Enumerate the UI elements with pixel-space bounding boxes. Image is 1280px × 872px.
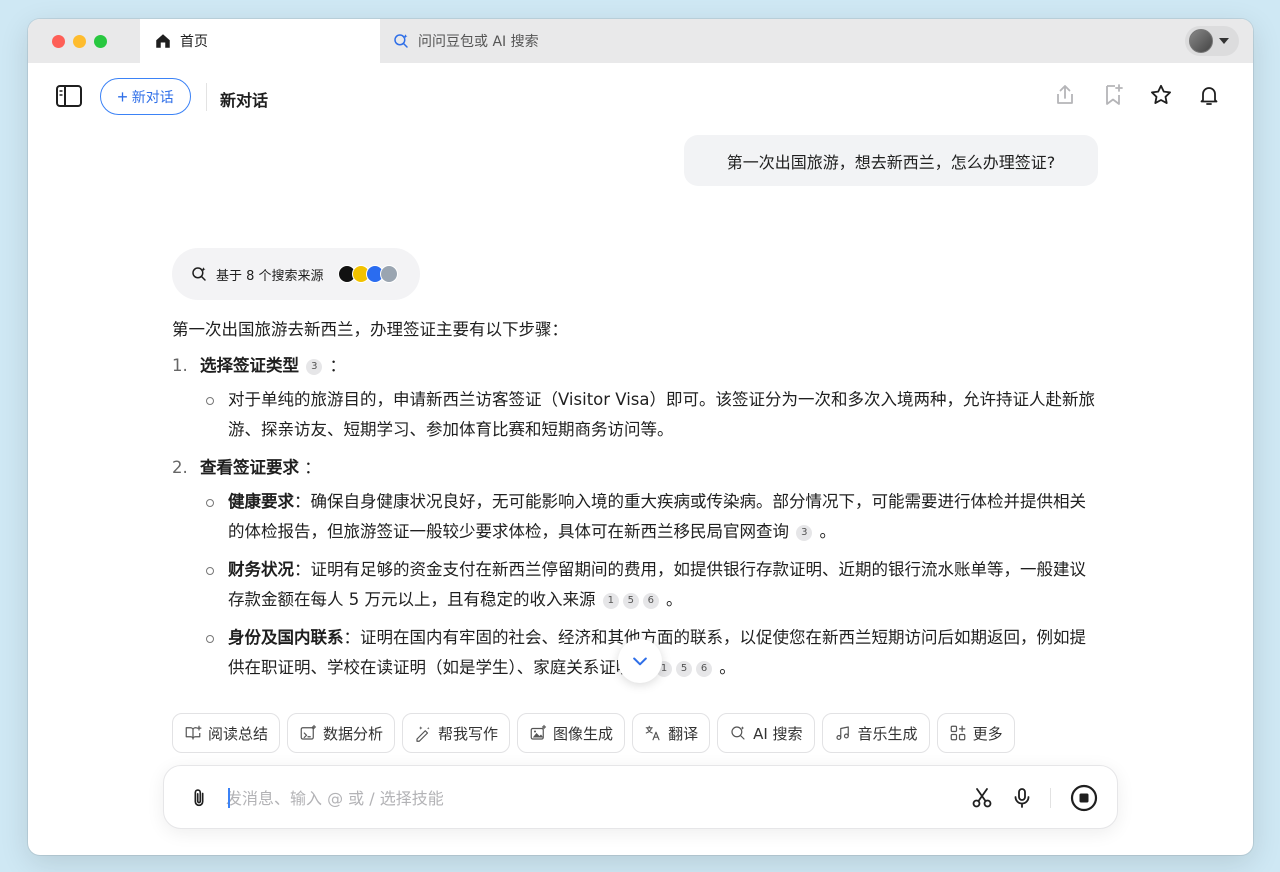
text-cursor: [228, 788, 230, 808]
step-suffix: ：: [304, 458, 321, 477]
chat-header: + 新对话 新对话: [28, 63, 1253, 131]
ai-search-icon: [192, 267, 206, 281]
avatar: [1189, 29, 1213, 53]
step-title: 查看签证要求: [200, 458, 299, 477]
source-logo-icon: [379, 265, 398, 283]
assistant-answer: 第一次出国旅游去新西兰，办理签证主要有以下步骤： 1. 选择签证类型 3 ： 对…: [172, 315, 1102, 691]
page-title: 新对话: [220, 91, 269, 110]
star-icon[interactable]: [1149, 83, 1173, 107]
step-sublist: 对于单纯的旅游目的，申请新西兰访客签证（Visitor Visa）即可。该签证分…: [206, 385, 1102, 445]
skill-music-gen[interactable]: 音乐生成: [821, 713, 930, 753]
chevron-down-icon: [633, 657, 647, 666]
stop-generating-icon[interactable]: [1070, 784, 1098, 812]
user-message-text: 第一次出国旅游，想去新西兰，怎么办理签证?: [726, 152, 1056, 172]
translate-icon: [645, 725, 660, 741]
list-item: 对于单纯的旅游目的，申请新西兰访客签证（Visitor Visa）即可。该签证分…: [206, 385, 1102, 445]
source-logos: [337, 265, 398, 283]
answer-step: 1. 选择签证类型 3 ：: [172, 351, 1102, 381]
answer-step: 2. 查看签证要求 ：: [172, 453, 1102, 483]
sidebar-toggle-icon[interactable]: [56, 85, 82, 107]
paperclip-icon[interactable]: [188, 786, 210, 810]
step-suffix: ：: [329, 356, 347, 375]
close-window-button[interactable]: [52, 35, 65, 48]
home-icon: [156, 34, 170, 48]
user-message-bubble: 第一次出国旅游，想去新西兰，怎么办理签证?: [684, 135, 1098, 186]
citation-badge[interactable]: 5: [676, 661, 692, 677]
tab-label: 问问豆包或 AI 搜索: [418, 34, 539, 50]
microphone-icon[interactable]: [1010, 786, 1034, 810]
music-icon: [835, 726, 849, 740]
step-sublist: 健康要求：确保自身健康状况良好，无可能影响入境的重大疾病或传染病。部分情况下，可…: [206, 487, 1102, 683]
citation-badge[interactable]: 3: [306, 359, 323, 375]
message-composer: [163, 765, 1118, 829]
message-input[interactable]: [226, 784, 926, 812]
more-grid-icon: [950, 725, 965, 741]
share-icon[interactable]: [1053, 83, 1077, 107]
citation-badge[interactable]: 3: [796, 525, 813, 541]
plus-icon: +: [117, 86, 128, 107]
tab-bar: 首页 问问豆包或 AI 搜索: [28, 19, 1253, 63]
profile-menu[interactable]: [1185, 26, 1239, 56]
skill-writing[interactable]: 帮我写作: [402, 713, 511, 753]
skill-read-summary[interactable]: 阅读总结: [172, 713, 281, 753]
list-item: 健康要求：确保自身健康状况良好，无可能影响入境的重大疾病或传染病。部分情况下，可…: [206, 487, 1102, 547]
bookmark-add-icon[interactable]: [1101, 83, 1125, 107]
skill-image-gen[interactable]: 图像生成: [517, 713, 626, 753]
ai-search-icon: [394, 34, 408, 48]
citation-badge[interactable]: 5: [622, 593, 639, 609]
header-divider: [206, 83, 207, 111]
skill-bar: 阅读总结 数据分析 帮我写作 图像生成 翻译 AI 搜索 音乐生成 更多: [172, 713, 1015, 753]
citation-badge[interactable]: 6: [642, 593, 659, 609]
step-title: 选择签证类型: [200, 356, 299, 375]
step-number: 1.: [172, 356, 188, 375]
citation-badge[interactable]: 1: [602, 593, 619, 609]
item-heading: 身份及国内联系: [228, 628, 344, 647]
item-heading: 财务状况: [228, 560, 294, 579]
citation-badge[interactable]: 6: [696, 661, 712, 677]
new-chat-button[interactable]: + 新对话: [100, 78, 191, 115]
step-number: 2.: [172, 458, 188, 477]
ai-search-icon: [731, 726, 745, 740]
read-summary-icon: [185, 725, 202, 740]
header-actions: [1053, 83, 1221, 107]
new-chat-label: 新对话: [131, 88, 174, 105]
scroll-to-bottom-button[interactable]: [618, 639, 662, 683]
minimize-window-button[interactable]: [73, 35, 86, 48]
writing-icon: [416, 726, 430, 742]
image-gen-icon: [530, 724, 547, 740]
skill-data-analysis[interactable]: 数据分析: [287, 713, 396, 753]
tab-home[interactable]: 首页: [140, 19, 380, 63]
search-sources-button[interactable]: 基于 8 个搜索来源: [172, 248, 420, 300]
tab-ai-search[interactable]: 问问豆包或 AI 搜索: [380, 19, 640, 63]
data-analysis-icon: [300, 724, 317, 740]
chevron-down-icon: [1219, 38, 1229, 44]
window-controls: [52, 35, 107, 48]
scissors-icon[interactable]: [970, 786, 994, 810]
tab-label: 首页: [180, 34, 208, 50]
composer-divider: [1050, 788, 1051, 808]
maximize-window-button[interactable]: [94, 35, 107, 48]
item-heading: 健康要求: [228, 492, 294, 511]
bell-icon[interactable]: [1197, 83, 1221, 107]
app-window: 首页 问问豆包或 AI 搜索 + 新对话 新对话 第一次出国旅游，想去新西兰，怎…: [28, 19, 1253, 855]
skill-more[interactable]: 更多: [936, 713, 1015, 753]
list-item: 财务状况：证明有足够的资金支付在新西兰停留期间的费用，如提供银行存款证明、近期的…: [206, 555, 1102, 615]
skill-translate[interactable]: 翻译: [632, 713, 711, 753]
answer-intro: 第一次出国旅游去新西兰，办理签证主要有以下步骤：: [172, 320, 568, 339]
skill-ai-search[interactable]: AI 搜索: [717, 713, 815, 753]
list-item: 身份及国内联系：证明在国内有牢固的社会、经济和其他方面的联系，以促使您在新西兰短…: [206, 623, 1102, 683]
sources-label: 基于 8 个搜索来源: [216, 268, 324, 284]
